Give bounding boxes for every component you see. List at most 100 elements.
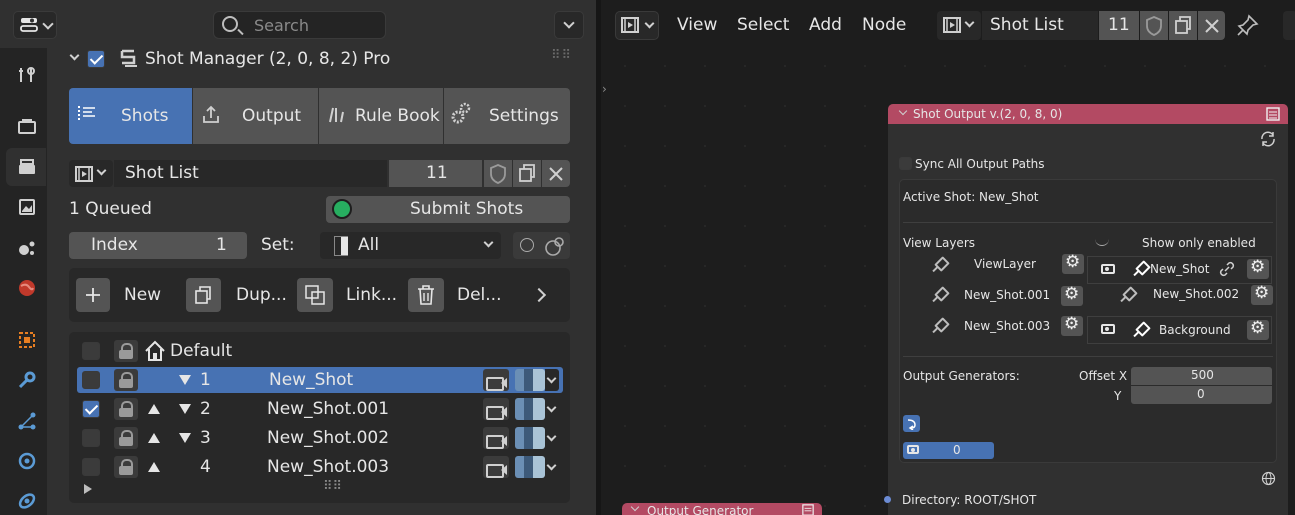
editor-type-button[interactable] xyxy=(13,11,57,39)
sidebar-toggle-icon[interactable]: › xyxy=(602,82,607,96)
pin-icon[interactable] xyxy=(1133,262,1147,276)
move-up-icon[interactable] xyxy=(148,433,160,443)
shot-name[interactable]: New_Shot.001 xyxy=(267,399,389,419)
shot-name[interactable]: New_Shot.002 xyxy=(267,428,389,448)
collapse-chevron-icon[interactable] xyxy=(630,502,640,512)
shot-color-swatch[interactable] xyxy=(515,427,545,449)
offset-x-field[interactable]: 500 xyxy=(1131,367,1272,385)
tab-world[interactable] xyxy=(6,269,46,307)
tab-scene[interactable] xyxy=(6,229,46,267)
tab-view-layer[interactable] xyxy=(6,188,46,226)
shot-output-node-header[interactable]: Shot Output v.(2, 0, 8, 0) xyxy=(888,104,1288,124)
output-generator-node-header[interactable]: Output Generator xyxy=(622,502,822,515)
lock-icon[interactable] xyxy=(114,427,138,449)
menu-node[interactable]: Node xyxy=(862,15,906,35)
tab-rule-book[interactable]: Rule Book xyxy=(319,88,443,144)
move-down-icon[interactable] xyxy=(179,404,191,414)
resize-handle-icon[interactable]: ⠿⠿ xyxy=(323,479,342,494)
delete-shot-label[interactable]: Del... xyxy=(457,285,501,305)
new-shot-icon-button[interactable] xyxy=(76,278,110,312)
shot-row[interactable]: 2 New_Shot.001 xyxy=(77,396,563,422)
search-input[interactable]: Search xyxy=(213,11,386,39)
tab-output[interactable] xyxy=(6,148,46,186)
collapse-chevron-icon[interactable] xyxy=(898,106,908,116)
shot-options-dropdown[interactable] xyxy=(545,369,559,391)
output-socket[interactable] xyxy=(884,496,891,503)
area-divider[interactable] xyxy=(596,0,601,515)
duplicate-shot-button[interactable] xyxy=(186,278,221,312)
node-editor-type-button[interactable] xyxy=(615,11,659,40)
link-shot-button[interactable] xyxy=(297,278,333,312)
globe-icon[interactable] xyxy=(1261,471,1276,486)
node-tree-unlink-button[interactable] xyxy=(1198,11,1225,40)
camera-count-field[interactable]: 0 xyxy=(903,442,994,459)
gear-icon[interactable] xyxy=(1061,314,1083,336)
camera-icon[interactable] xyxy=(1101,324,1115,334)
shot-list-users-count[interactable]: 11 xyxy=(389,160,482,187)
lock-icon[interactable] xyxy=(114,398,138,420)
panel-enable-checkbox[interactable] xyxy=(87,50,105,68)
tab-particles[interactable] xyxy=(6,402,46,440)
node-tree-new-button[interactable] xyxy=(1169,11,1197,40)
lock-icon[interactable] xyxy=(114,340,138,362)
shot-list-name-field[interactable]: Shot List xyxy=(114,160,387,187)
drag-handle-icon[interactable]: ⠿⠿ xyxy=(551,48,572,63)
node-preview-icon[interactable] xyxy=(1266,107,1280,121)
delete-shot-button[interactable] xyxy=(408,278,444,312)
camera-link-icon[interactable] xyxy=(544,235,566,257)
shot-name[interactable]: New_Shot.003 xyxy=(267,457,389,477)
pin-icon[interactable] xyxy=(1237,14,1259,36)
set-dropdown[interactable]: All xyxy=(320,232,501,259)
node-tree-users-count[interactable]: 11 xyxy=(1099,11,1139,40)
move-down-icon[interactable] xyxy=(179,375,191,385)
node-tree-name-field[interactable]: Shot List xyxy=(982,11,1098,40)
shot-enable-checkbox[interactable] xyxy=(82,429,100,447)
move-up-icon[interactable] xyxy=(148,462,160,472)
shot-manager-panel-header[interactable]: Shot Manager (2, 0, 8, 2) Pro ⠿⠿ xyxy=(57,44,581,74)
link-icon[interactable] xyxy=(1219,261,1235,277)
offset-y-field[interactable]: 0 xyxy=(1131,386,1272,404)
gear-icon[interactable] xyxy=(1247,257,1269,279)
tab-object[interactable] xyxy=(6,321,46,359)
lock-icon[interactable] xyxy=(114,369,138,391)
refresh-icon[interactable] xyxy=(1260,131,1276,147)
node-tree-fake-user-button[interactable] xyxy=(1140,11,1168,40)
default-checkbox[interactable] xyxy=(82,342,100,360)
gear-icon[interactable] xyxy=(1062,252,1084,274)
shot-list-browse-button[interactable] xyxy=(69,160,113,187)
shot-color-swatch[interactable] xyxy=(515,369,545,391)
circle-icon[interactable] xyxy=(520,238,534,252)
duplicate-shot-label[interactable]: Dup... xyxy=(236,285,287,305)
auto-arrange-button[interactable] xyxy=(903,415,920,432)
sync-outputs-label[interactable]: Sync All Output Paths xyxy=(915,157,1045,171)
tab-output-settings[interactable]: Output xyxy=(193,88,318,144)
node-preview-icon[interactable] xyxy=(802,504,814,515)
pin-icon[interactable] xyxy=(932,319,946,333)
shot-enable-checkbox[interactable] xyxy=(82,400,100,418)
sync-outputs-checkbox[interactable] xyxy=(899,157,912,170)
camera-icon[interactable] xyxy=(1101,264,1115,274)
header-overflow[interactable] xyxy=(1283,11,1295,40)
new-shot-label[interactable]: New xyxy=(124,285,161,305)
move-down-icon[interactable] xyxy=(179,433,191,443)
tab-modifiers[interactable] xyxy=(6,361,46,399)
shot-options-dropdown[interactable] xyxy=(545,456,559,478)
shot-name[interactable]: New_Shot xyxy=(269,370,353,390)
menu-select[interactable]: Select xyxy=(737,15,789,35)
shot-enable-checkbox[interactable] xyxy=(82,371,100,389)
node-tree-browse-button[interactable] xyxy=(937,11,981,40)
shot-row[interactable]: 4 New_Shot.003 xyxy=(77,454,563,480)
tab-constraints[interactable] xyxy=(6,482,46,515)
lock-icon[interactable] xyxy=(114,456,138,478)
default-row[interactable]: Default xyxy=(77,338,563,364)
tab-tool[interactable] xyxy=(6,56,46,94)
pin-icon[interactable] xyxy=(932,288,946,302)
gear-icon[interactable] xyxy=(1061,284,1083,306)
tab-render[interactable] xyxy=(6,107,46,145)
index-field[interactable]: Index 1 xyxy=(69,232,247,259)
unlink-shot-list-button[interactable] xyxy=(542,160,570,187)
shot-enable-checkbox[interactable] xyxy=(82,458,100,476)
submit-shots-button[interactable]: Submit Shots xyxy=(326,196,570,223)
expand-triangle-icon[interactable] xyxy=(84,484,92,494)
shot-color-swatch[interactable] xyxy=(515,398,545,420)
